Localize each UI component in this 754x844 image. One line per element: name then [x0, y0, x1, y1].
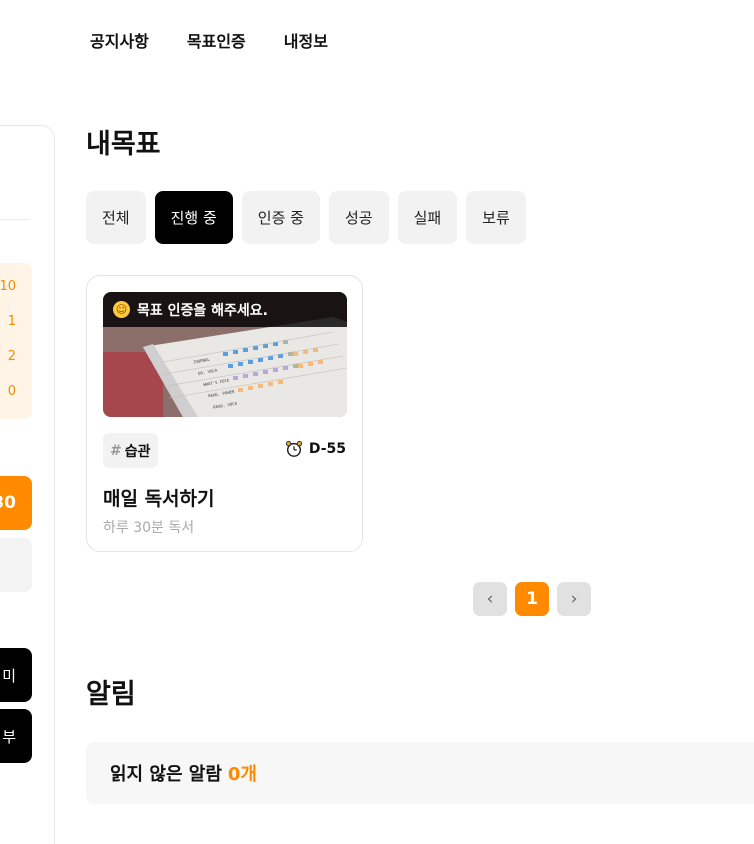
chevron-right-icon[interactable]: ›: [557, 582, 591, 616]
chevron-left-icon[interactable]: ‹: [473, 582, 507, 616]
panel-divider: [0, 219, 30, 220]
category-tag: # 습관: [103, 433, 158, 468]
filter-fail[interactable]: 실패: [397, 191, 458, 244]
highlight-button[interactable]: 30: [0, 476, 32, 530]
left-panel: 10 1 2 0 30 미 부: [0, 125, 55, 844]
nav-my-info[interactable]: 내정보: [284, 28, 328, 52]
unread-count: 0개: [227, 764, 257, 785]
certify-banner: ☺ 목표 인증을 해주세요.: [103, 292, 347, 327]
pagination: ‹ 1 ›: [473, 582, 591, 616]
smile-icon: ☺: [113, 301, 130, 318]
filter-hold[interactable]: 보류: [466, 191, 526, 244]
filter-success[interactable]: 성공: [328, 191, 389, 244]
filter-all[interactable]: 전체: [86, 191, 146, 244]
alerts-title: 알림: [86, 679, 136, 710]
goals-title: 내목표: [86, 129, 161, 160]
unread-alerts-box: 읽지 않은 알람 0개: [86, 742, 754, 804]
page-button-current[interactable]: 1: [515, 582, 549, 616]
filter-certifying[interactable]: 인증 중: [241, 191, 320, 244]
sidebar-button-1[interactable]: 미: [0, 648, 32, 702]
secondary-button[interactable]: [0, 538, 32, 592]
goal-description: 하루 30분 독서: [103, 520, 195, 536]
dday-indicator: D-55: [285, 440, 346, 458]
top-nav: 공지사항 목표인증 내정보: [90, 28, 328, 52]
goal-card[interactable]: JOURNAL DO. VOCA WHAT'S FOTE READ. POWER…: [86, 275, 363, 552]
stats-box: 10 1 2 0: [0, 263, 32, 419]
filter-in-progress[interactable]: 진행 중: [154, 191, 233, 244]
alarm-clock-icon: [285, 440, 302, 457]
stat-value: 10: [0, 279, 16, 294]
nav-notice[interactable]: 공지사항: [90, 28, 149, 52]
goal-filter-tabs: 전체 진행 중 인증 중 성공 실패 보류: [86, 191, 526, 244]
tag-hash: #: [110, 442, 122, 459]
sidebar-button-2[interactable]: 부: [0, 709, 32, 763]
banner-text: 목표 인증을 해주세요.: [137, 302, 268, 319]
unread-label: 읽지 않은 알람: [110, 764, 222, 785]
stat-value: 2: [7, 349, 16, 364]
goal-thumbnail: JOURNAL DO. VOCA WHAT'S FOTE READ. POWER…: [103, 292, 347, 417]
goal-title: 매일 독서하기: [103, 488, 215, 510]
stat-value: 0: [7, 384, 16, 399]
stat-value: 1: [7, 314, 16, 329]
nav-goal-cert[interactable]: 목표인증: [187, 28, 246, 52]
tag-label: 습관: [124, 443, 151, 460]
dday-text: D-55: [308, 441, 346, 457]
